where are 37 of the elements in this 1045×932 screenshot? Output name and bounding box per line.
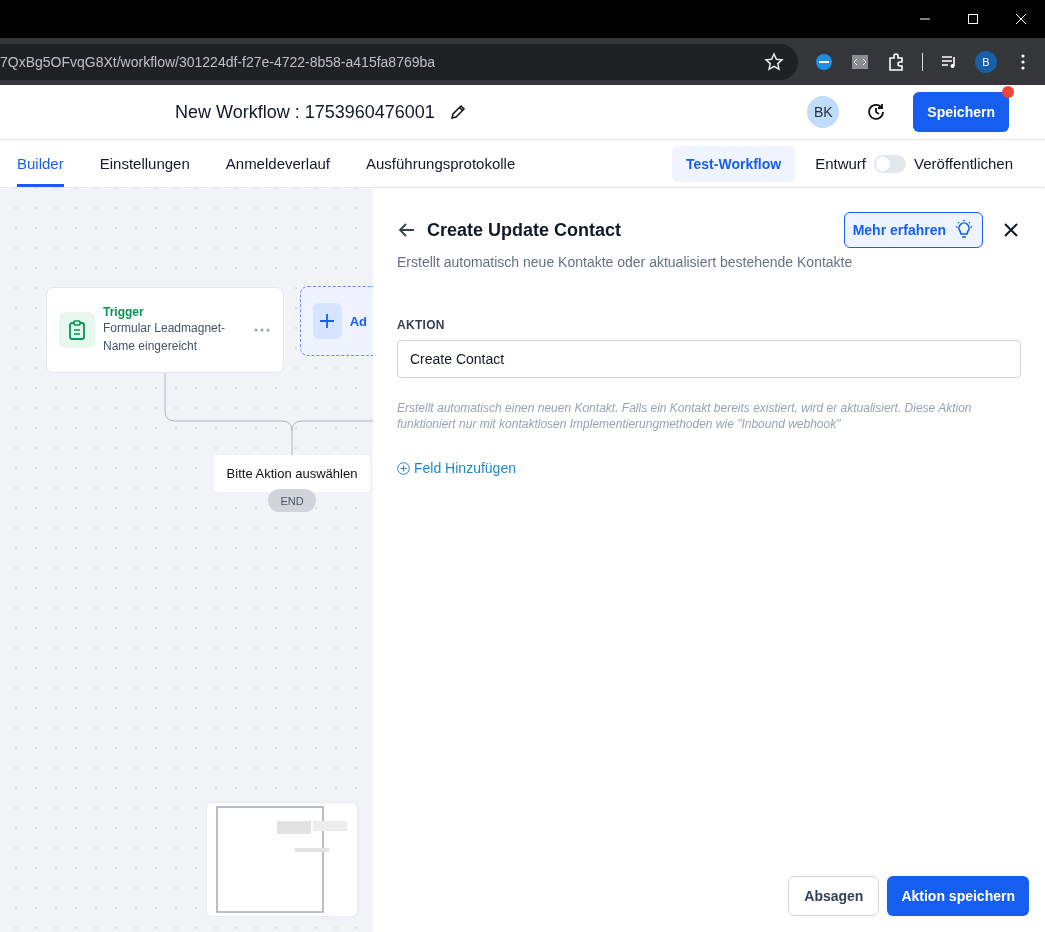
publish-label: Veröffentlichen — [914, 155, 1013, 172]
plus-circle-icon — [397, 461, 410, 475]
add-field-link[interactable]: Feld Hinzufügen — [397, 460, 516, 476]
end-marker: END — [268, 489, 316, 512]
workflow-title: New Workflow : 1753960476001 — [175, 101, 435, 123]
add-action-node[interactable]: Ad — [300, 286, 373, 356]
tab[interactable]: Ausführungsprotokolle — [366, 140, 516, 187]
publish-toggle[interactable] — [874, 154, 907, 173]
test-workflow-button[interactable]: Test-Workflow — [672, 145, 796, 182]
action-select[interactable]: Create Contact — [397, 340, 1021, 378]
panel-description: Erstellt automatisch neue Kontakte oder aktualisiert bestehende Kontakte — [397, 254, 854, 270]
trigger-title: Trigger — [103, 305, 145, 319]
plus-icon — [320, 314, 335, 328]
help-text: Erstellt automatisch einen neuen Kontakt. Falls ein Kontakt bereits existiert, wird er aktualisiert. Diese Aktion funktioniert nur mit kontaktlosen Implementierungmethoden wie "Inbound webhook" — [397, 400, 973, 432]
puzzle-icon[interactable] — [886, 51, 906, 72]
url-text: 7QxBg5OFvqG8Xt/workflow/301224df-f27e-4722-8b58-a415fa8769ba — [0, 53, 436, 70]
clipboard-icon — [59, 312, 95, 348]
trigger-node[interactable]: Trigger Formular Leadmagnet-Name eingereicht — [46, 287, 284, 373]
profile-avatar[interactable]: B — [975, 50, 997, 73]
user-avatar[interactable]: BK — [807, 96, 840, 128]
draft-label: Entwurf — [815, 155, 867, 172]
tab[interactable]: Anmeldeverlauf — [225, 140, 330, 187]
cancel-button[interactable]: Absagen — [788, 876, 880, 916]
save-action-button[interactable]: Aktion speichern — [887, 876, 1029, 916]
save-button[interactable]: Speichern — [913, 92, 1009, 132]
learn-more-button[interactable]: Mehr erfahren — [843, 212, 983, 248]
more-icon[interactable] — [253, 327, 271, 333]
address-bar[interactable]: 7QxBg5OFvqG8Xt/workflow/301224df-f27e-4722-8b58-a415fa8769ba — [0, 43, 798, 80]
star-icon[interactable] — [764, 51, 784, 72]
panel-title: Create Update Contact — [427, 219, 622, 241]
lightbulb-icon — [954, 219, 974, 241]
tab[interactable]: Einstellungen — [99, 140, 190, 187]
close-icon[interactable] — [1003, 222, 1019, 238]
action-placeholder[interactable]: Bitte Aktion auswählen — [214, 455, 370, 492]
pencil-icon[interactable] — [448, 103, 467, 121]
trigger-description: Formular Leadmagnet-Name eingereicht — [103, 320, 227, 355]
field-label: AKTION — [397, 318, 446, 332]
